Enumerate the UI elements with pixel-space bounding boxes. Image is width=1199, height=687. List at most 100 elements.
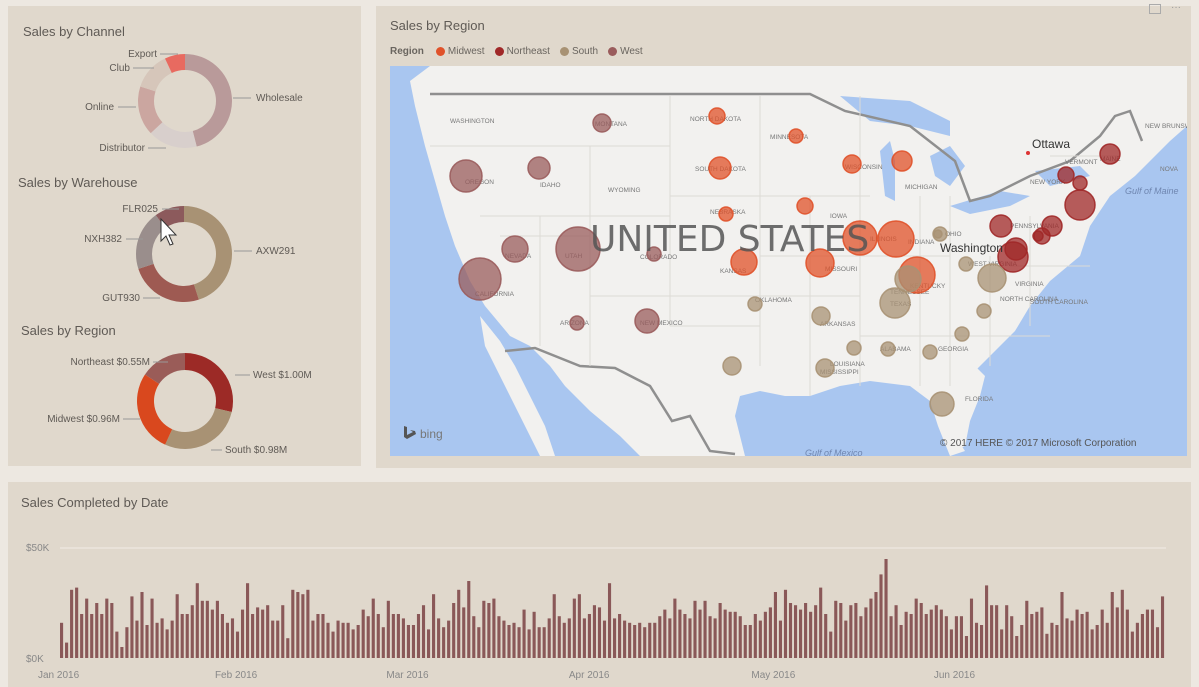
date-bar[interactable]: [773, 592, 777, 658]
date-bar[interactable]: [110, 603, 114, 658]
date-bar[interactable]: [286, 638, 290, 658]
bars[interactable]: [60, 559, 1165, 658]
date-bar[interactable]: [316, 614, 320, 658]
focus-mode-icon[interactable]: [1149, 4, 1161, 14]
date-bar[interactable]: [809, 611, 813, 658]
date-bar[interactable]: [1045, 633, 1049, 658]
date-bar[interactable]: [1050, 622, 1054, 658]
date-bar[interactable]: [793, 605, 798, 658]
date-bar[interactable]: [894, 605, 898, 658]
date-bar[interactable]: [442, 627, 446, 658]
date-bar[interactable]: [723, 609, 727, 658]
donut-slice[interactable]: [165, 408, 232, 450]
date-bar[interactable]: [140, 592, 144, 658]
date-bar[interactable]: [733, 611, 737, 658]
date-bar[interactable]: [351, 629, 355, 658]
date-bar[interactable]: [1065, 618, 1069, 658]
date-bar[interactable]: [185, 614, 189, 658]
date-bar[interactable]: [90, 614, 94, 658]
date-bar[interactable]: [718, 603, 722, 658]
date-bar[interactable]: [517, 627, 521, 658]
date-bar[interactable]: [341, 622, 345, 658]
date-bar[interactable]: [577, 594, 581, 658]
date-bar[interactable]: [954, 616, 958, 658]
date-bar[interactable]: [1095, 625, 1099, 658]
map-bubble[interactable]: [634, 308, 660, 334]
date-bar[interactable]: [788, 603, 793, 658]
date-bar[interactable]: [1100, 609, 1104, 658]
date-bar[interactable]: [743, 625, 747, 658]
date-bar[interactable]: [386, 600, 390, 658]
date-bar[interactable]: [653, 622, 657, 658]
date-bar[interactable]: [1160, 596, 1165, 658]
date-bar[interactable]: [587, 614, 591, 658]
date-bar[interactable]: [804, 603, 808, 658]
date-bar[interactable]: [115, 631, 119, 658]
date-bar[interactable]: [618, 614, 622, 658]
date-bar[interactable]: [426, 629, 431, 658]
date-bar[interactable]: [336, 620, 340, 658]
date-bar[interactable]: [703, 600, 707, 658]
date-bar[interactable]: [145, 625, 149, 658]
date-bar[interactable]: [849, 605, 853, 658]
donut-slice[interactable]: [138, 263, 199, 303]
date-bar[interactable]: [738, 616, 742, 658]
map-bubble[interactable]: [527, 156, 551, 180]
date-bar[interactable]: [768, 607, 772, 658]
map-bubble[interactable]: [1064, 189, 1096, 221]
date-bar[interactable]: [306, 589, 310, 658]
date-bar[interactable]: [411, 625, 416, 658]
date-bar[interactable]: [240, 609, 245, 658]
date-bar[interactable]: [85, 598, 89, 658]
date-bar[interactable]: [130, 596, 134, 658]
region-donut[interactable]: West $1.00M South $0.98M Midwest $0.96M Nor…: [47, 353, 312, 456]
date-bar[interactable]: [80, 614, 84, 658]
date-bar[interactable]: [1025, 600, 1029, 658]
date-bar[interactable]: [105, 598, 109, 658]
date-bar[interactable]: [889, 616, 893, 658]
date-bar[interactable]: [919, 603, 923, 658]
date-bar[interactable]: [663, 609, 667, 658]
date-bar[interactable]: [602, 620, 607, 658]
date-bar[interactable]: [633, 625, 637, 658]
date-bar[interactable]: [924, 614, 928, 658]
date-bar[interactable]: [974, 622, 979, 658]
date-bar[interactable]: [758, 620, 762, 658]
date-bar[interactable]: [401, 618, 405, 658]
map-bubble[interactable]: [880, 341, 896, 357]
date-bar[interactable]: [1145, 609, 1150, 658]
legend-item-west[interactable]: West: [608, 46, 643, 57]
map-bubble[interactable]: [708, 107, 726, 125]
date-bar[interactable]: [668, 618, 672, 658]
more-options-icon[interactable]: ···: [1171, 2, 1181, 14]
date-bar[interactable]: [1080, 614, 1084, 658]
date-bar[interactable]: [1070, 620, 1074, 658]
date-bar[interactable]: [995, 605, 999, 658]
date-bar[interactable]: [1155, 627, 1160, 658]
date-bar[interactable]: [180, 614, 184, 658]
date-bar[interactable]: [542, 627, 546, 658]
date-bar[interactable]: [628, 622, 632, 658]
date-bar[interactable]: [607, 583, 612, 658]
date-bar[interactable]: [65, 642, 69, 658]
date-bar[interactable]: [819, 587, 823, 658]
map-bubble[interactable]: [922, 344, 938, 360]
date-bar[interactable]: [251, 614, 255, 658]
map-bubble[interactable]: [846, 340, 862, 356]
date-bar[interactable]: [613, 618, 617, 658]
date-bar[interactable]: [165, 629, 169, 658]
date-bar[interactable]: [909, 614, 913, 658]
date-bar[interactable]: [859, 616, 863, 658]
map-bubble[interactable]: [815, 358, 835, 378]
date-bar[interactable]: [1125, 609, 1129, 658]
date-bar[interactable]: [1040, 607, 1044, 658]
date-bar[interactable]: [432, 594, 436, 658]
date-bar[interactable]: [195, 583, 199, 658]
date-bar[interactable]: [934, 605, 938, 658]
date-bar[interactable]: [406, 625, 410, 658]
date-bar[interactable]: [261, 609, 265, 658]
map-bubble[interactable]: [1072, 175, 1088, 191]
date-bar[interactable]: [658, 616, 662, 658]
date-bar[interactable]: [959, 616, 963, 658]
map-bubble[interactable]: [788, 128, 804, 144]
